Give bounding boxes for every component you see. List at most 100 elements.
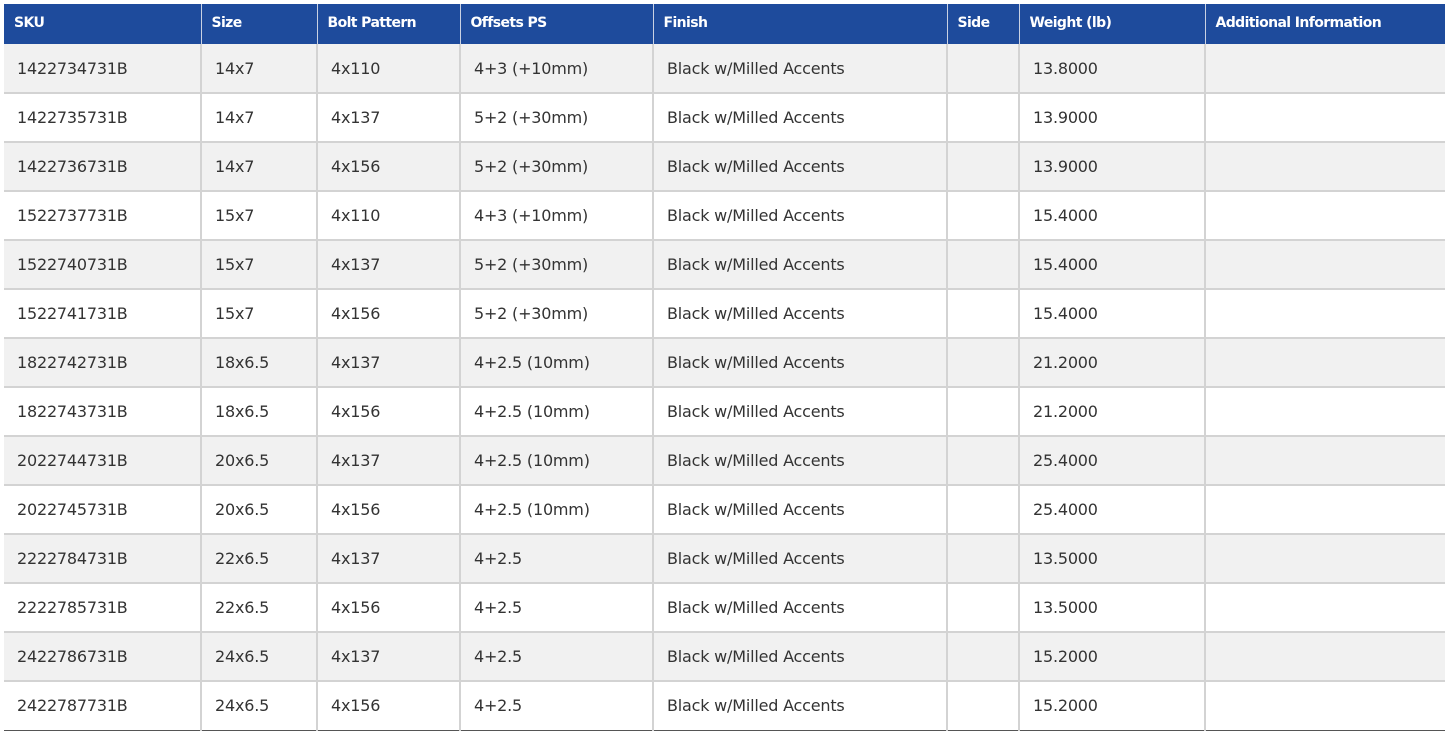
cell-side [947,681,1020,731]
header-bolt-pattern: Bolt Pattern [317,4,461,44]
cell-side [947,387,1020,437]
cell-sku: 1822742731B [4,338,202,388]
cell-sku: 2222785731B [4,583,202,633]
cell-side [947,534,1020,584]
cell-additional-information [1205,289,1445,339]
cell-bolt-pattern: 4x137 [317,338,461,388]
cell-additional-information [1205,338,1445,388]
cell-bolt-pattern: 4x137 [317,632,461,682]
cell-sku: 2422786731B [4,632,202,682]
cell-side [947,338,1020,388]
cell-side [947,44,1020,94]
cell-offsets-ps: 4+2.5 (10mm) [460,387,654,437]
cell-finish: Black w/Milled Accents [653,93,948,143]
table-row: 1822742731B 18x6.5 4x137 4+2.5 (10mm) Black … [4,338,1445,388]
cell-bolt-pattern: 4x137 [317,436,461,486]
cell-offsets-ps: 4+2.5 (10mm) [460,338,654,388]
cell-offsets-ps: 4+3 (+10mm) [460,44,654,94]
cell-side [947,436,1020,486]
header-side: Side [947,4,1020,44]
cell-offsets-ps: 5+2 (+30mm) [460,93,654,143]
cell-additional-information [1205,93,1445,143]
cell-additional-information [1205,142,1445,192]
cell-size: 24x6.5 [201,681,318,731]
cell-additional-information [1205,485,1445,535]
cell-finish: Black w/Milled Accents [653,485,948,535]
cell-offsets-ps: 4+2.5 (10mm) [460,436,654,486]
table-row: 1522741731B 15x7 4x156 5+2 (+30mm) Black w/M… [4,289,1445,339]
cell-size: 14x7 [201,44,318,94]
table-row: 2422786731B 24x6.5 4x137 4+2.5 Black w/Mille… [4,632,1445,682]
cell-size: 20x6.5 [201,485,318,535]
cell-weight: 15.4000 [1019,191,1206,241]
cell-bolt-pattern: 4x137 [317,240,461,290]
cell-bolt-pattern: 4x156 [317,142,461,192]
spec-table-container: SKU Size Bolt Pattern Offsets PS Finish … [4,4,1445,731]
cell-weight: 25.4000 [1019,436,1206,486]
cell-finish: Black w/Milled Accents [653,44,948,94]
cell-weight: 15.4000 [1019,289,1206,339]
cell-side [947,485,1020,535]
header-weight: Weight (lb) [1019,4,1206,44]
cell-finish: Black w/Milled Accents [653,338,948,388]
cell-bolt-pattern: 4x156 [317,681,461,731]
cell-additional-information [1205,191,1445,241]
cell-bolt-pattern: 4x110 [317,44,461,94]
cell-weight: 13.5000 [1019,583,1206,633]
cell-offsets-ps: 4+3 (+10mm) [460,191,654,241]
header-additional-information: Additional Information [1205,4,1445,44]
cell-sku: 1822743731B [4,387,202,437]
table-row: 2022745731B 20x6.5 4x156 4+2.5 (10mm) Black … [4,485,1445,535]
cell-side [947,191,1020,241]
header-offsets-ps: Offsets PS [460,4,654,44]
cell-weight: 15.4000 [1019,240,1206,290]
table-row: 1422735731B 14x7 4x137 5+2 (+30mm) Black w/M… [4,93,1445,143]
cell-sku: 2422787731B [4,681,202,731]
cell-size: 14x7 [201,142,318,192]
cell-bolt-pattern: 4x137 [317,534,461,584]
cell-side [947,142,1020,192]
cell-sku: 1422736731B [4,142,202,192]
cell-sku: 1522737731B [4,191,202,241]
wheel-spec-table: SKU Size Bolt Pattern Offsets PS Finish … [4,4,1445,731]
cell-size: 20x6.5 [201,436,318,486]
cell-side [947,632,1020,682]
table-header: SKU Size Bolt Pattern Offsets PS Finish … [4,4,1445,44]
header-finish: Finish [653,4,948,44]
table-row: 2022744731B 20x6.5 4x137 4+2.5 (10mm) Black … [4,436,1445,486]
cell-bolt-pattern: 4x156 [317,387,461,437]
cell-additional-information [1205,632,1445,682]
header-size: Size [201,4,318,44]
cell-finish: Black w/Milled Accents [653,191,948,241]
cell-offsets-ps: 4+2.5 [460,534,654,584]
cell-finish: Black w/Milled Accents [653,681,948,731]
cell-offsets-ps: 5+2 (+30mm) [460,240,654,290]
table-row: 1422734731B 14x7 4x110 4+3 (+10mm) Black w/M… [4,44,1445,94]
cell-finish: Black w/Milled Accents [653,142,948,192]
cell-additional-information [1205,240,1445,290]
cell-size: 22x6.5 [201,534,318,584]
cell-side [947,583,1020,633]
cell-weight: 25.4000 [1019,485,1206,535]
cell-offsets-ps: 4+2.5 [460,632,654,682]
cell-sku: 1522740731B [4,240,202,290]
cell-additional-information [1205,436,1445,486]
cell-additional-information [1205,534,1445,584]
cell-side [947,240,1020,290]
cell-bolt-pattern: 4x110 [317,191,461,241]
cell-offsets-ps: 4+2.5 [460,681,654,731]
cell-weight: 21.2000 [1019,387,1206,437]
cell-size: 24x6.5 [201,632,318,682]
cell-bolt-pattern: 4x137 [317,93,461,143]
cell-weight: 15.2000 [1019,681,1206,731]
table-row: 1822743731B 18x6.5 4x156 4+2.5 (10mm) Black … [4,387,1445,437]
cell-offsets-ps: 4+2.5 [460,583,654,633]
cell-finish: Black w/Milled Accents [653,289,948,339]
cell-weight: 13.5000 [1019,534,1206,584]
cell-additional-information [1205,44,1445,94]
cell-size: 15x7 [201,289,318,339]
cell-sku: 2222784731B [4,534,202,584]
cell-sku: 1522741731B [4,289,202,339]
cell-offsets-ps: 5+2 (+30mm) [460,289,654,339]
cell-weight: 13.8000 [1019,44,1206,94]
